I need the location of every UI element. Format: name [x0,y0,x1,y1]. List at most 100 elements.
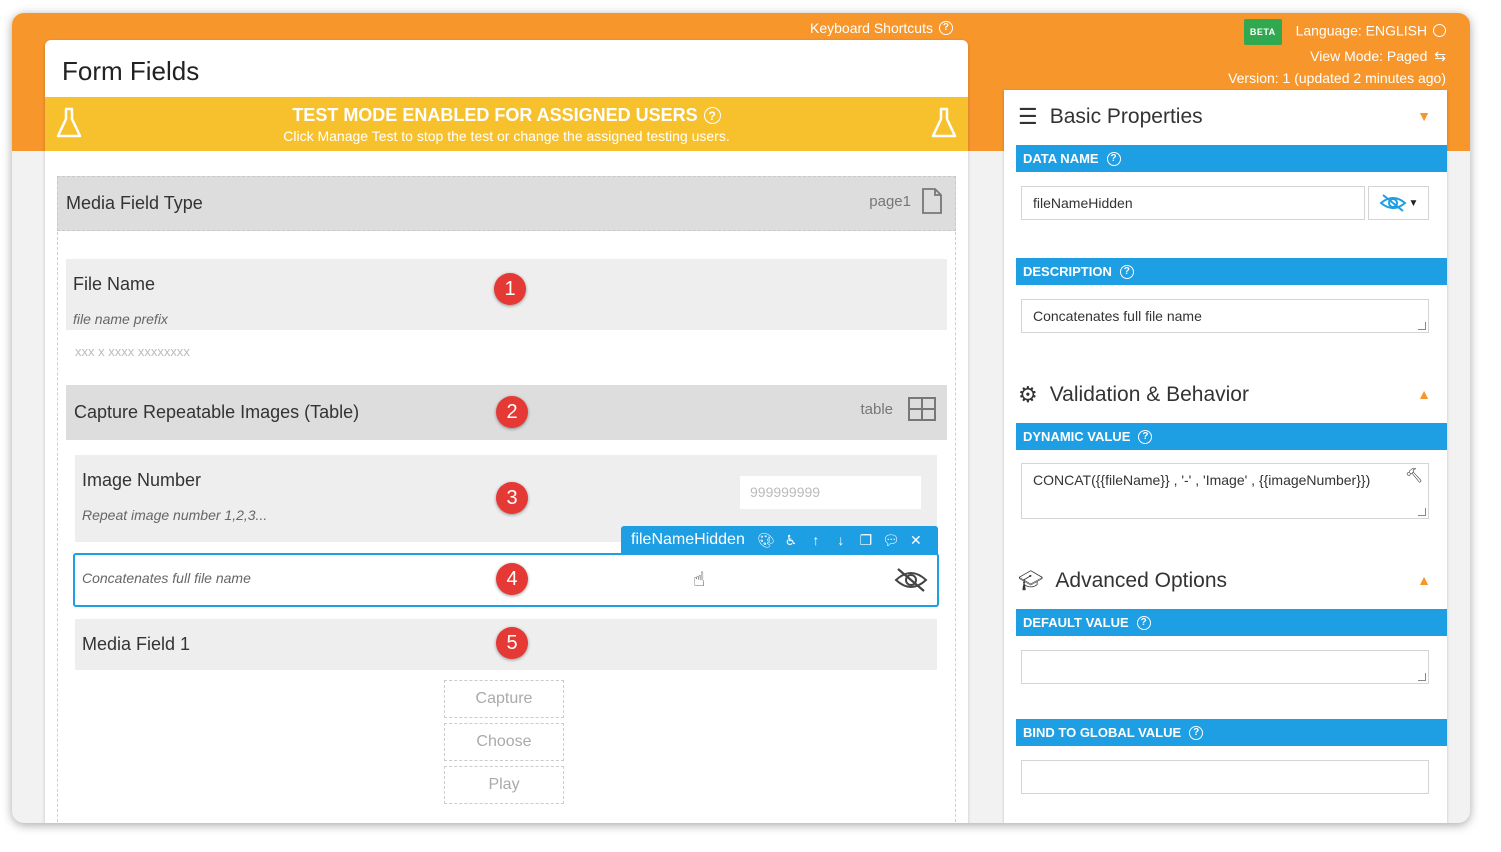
globe-icon[interactable] [1433,23,1446,37]
close-icon[interactable]: ✕ [908,532,924,548]
capture-button[interactable]: Capture [444,680,564,718]
data-name-input[interactable]: fileNameHidden [1021,186,1365,220]
flask-icon [931,107,957,138]
visibility-dropdown[interactable]: ▼ [1368,186,1429,220]
resize-handle-icon[interactable] [1418,673,1426,681]
field-toolbar: fileNameHidden 🎨︎ ♿︎ ↑ ↓ ❐ 💬︎ ✕ [621,526,938,554]
page-icon [922,188,942,214]
view-mode-row[interactable]: View Mode: Paged ⇆ [1228,45,1446,67]
field-description: file name prefix [73,311,168,327]
bind-global-label-bar: BIND TO GLOBAL VALUE ? [1016,719,1447,746]
field-title: Image Number [82,470,202,490]
gears-icon: ⚙︎ [1018,382,1038,407]
list-icon: ☰ [1018,104,1038,129]
section-title: Advanced Options [1055,568,1227,592]
header-meta: BETA Language: ENGLISH View Mode: Paged … [1228,19,1446,89]
help-icon[interactable]: ? [1106,151,1121,166]
advanced-header[interactable]: 🎓︎ Advanced Options [1018,568,1227,593]
test-mode-banner: TEST MODE ENABLED FOR ASSIGNED USERS ? C… [45,97,968,151]
field-description: Concatenates full file name [82,570,251,586]
table-icon [908,397,936,421]
page-section-header[interactable]: Media Field Type page1 [57,176,956,231]
description-label-bar: DESCRIPTION ? [1016,258,1447,285]
step-badge: 4 [496,563,528,595]
field-title: Capture Repeatable Images (Table) [74,402,360,422]
form-canvas: Form Fields TEST MODE ENABLED FOR ASSIGN… [45,40,968,823]
description-value: Concatenates full file name [1033,308,1202,324]
test-banner-subtitle: Click Manage Test to stop the test or ch… [283,128,730,144]
field-description: Repeat image number 1,2,3... [82,507,268,523]
field-label: DATA NAME [1023,151,1099,166]
cursor-icon: ☝︎ [693,569,706,591]
dynamic-value-label-bar: DYNAMIC VALUE ? [1016,423,1447,450]
hidden-eye-icon [1378,194,1407,212]
step-badge: 1 [494,273,526,305]
accessibility-icon[interactable]: ♿︎ [783,532,799,548]
help-icon[interactable]: ? [1136,615,1151,630]
page-id: page1 [869,192,911,210]
basic-properties-header[interactable]: ☰ Basic Properties [1018,104,1203,130]
arrow-down-icon[interactable]: ↓ [833,532,849,548]
description-textarea[interactable]: Concatenates full file name [1021,299,1429,333]
field-label: BIND TO GLOBAL VALUE [1023,725,1182,740]
step-badge: 5 [496,627,528,659]
step-badge: 2 [496,396,528,428]
keyboard-shortcuts-link[interactable]: Keyboard Shortcuts ? [810,20,953,36]
resize-handle-icon[interactable] [1418,508,1426,516]
properties-panel: ☰ Basic Properties ▼ DATA NAME ? fileNam… [1004,90,1447,823]
hammer-icon[interactable]: 🔨︎ [1405,467,1423,484]
resize-handle-icon[interactable] [1418,322,1426,330]
section-title: Basic Properties [1049,105,1203,128]
help-icon[interactable]: ? [703,107,721,124]
help-icon[interactable]: ? [1189,725,1204,740]
flask-icon [56,107,82,138]
table-type-meta: table [860,396,937,422]
caret-down-icon: ▼ [1408,197,1419,209]
dynamic-value-textarea[interactable]: CONCAT({{fileName}} , '-' , 'Image' , {{… [1021,463,1429,519]
section-title: Validation & Behavior [1049,383,1249,406]
arrow-up-icon[interactable]: ↑ [808,532,824,548]
keyboard-shortcuts-label: Keyboard Shortcuts [810,20,933,36]
data-name-label-bar: DATA NAME ? [1016,145,1447,172]
choose-button[interactable]: Choose [444,723,564,761]
graduation-cap-icon: 🎓︎ [1018,570,1044,592]
field-label: DEFAULT VALUE [1023,615,1129,630]
app-frame: Keyboard Shortcuts ? BETA Language: ENGL… [12,13,1470,823]
field-title: Media Field 1 [82,634,191,654]
table-type-label: table [860,400,893,418]
bind-global-input[interactable] [1021,760,1429,794]
page-section-meta: page1 [869,187,943,215]
help-icon[interactable]: ? [1119,264,1134,279]
dynamic-value: CONCAT({{fileName}} , '-' , 'Image' , {{… [1033,472,1371,488]
page-title: Form Fields [62,56,200,86]
default-value-textarea[interactable] [1021,650,1429,684]
test-banner-title: TEST MODE ENABLED FOR ASSIGNED USERS [292,105,698,125]
version-label: Version: 1 (updated 2 minutes ago) [1228,70,1446,86]
copy-icon[interactable]: ❐ [858,532,874,548]
play-button[interactable]: Play [444,766,564,804]
file-name-placeholder[interactable]: xxx x xxxx xxxxxxxx [75,344,190,359]
chevron-up-icon[interactable]: ▲ [1417,386,1431,402]
toolbar-field-name: fileNameHidden [631,531,745,548]
palette-icon[interactable]: 🎨︎ [757,532,775,548]
view-mode-label: View Mode: Paged [1310,48,1428,64]
field-label: DYNAMIC VALUE [1023,429,1131,444]
hidden-eye-icon [894,568,928,592]
language-row: BETA Language: ENGLISH [1228,19,1446,45]
swap-icon: ⇆ [1434,48,1446,64]
help-icon: ? [938,21,953,35]
field-label: DESCRIPTION [1023,264,1112,279]
chevron-down-icon[interactable]: ▼ [1417,108,1431,124]
test-banner-title-row: TEST MODE ENABLED FOR ASSIGNED USERS ? [45,97,968,126]
field-title: File Name [73,274,156,294]
step-badge: 3 [496,482,528,514]
help-icon[interactable]: ? [1138,429,1153,444]
image-number-input[interactable]: 999999999 [740,476,921,509]
page-section-label: Media Field Type [66,193,203,213]
comment-icon[interactable]: 💬︎ [882,532,900,548]
validation-header[interactable]: ⚙︎ Validation & Behavior [1018,382,1249,408]
chevron-up-icon[interactable]: ▲ [1417,572,1431,588]
default-value-label-bar: DEFAULT VALUE ? [1016,609,1447,636]
language-selector[interactable]: Language: ENGLISH [1296,23,1428,39]
beta-badge: BETA [1243,19,1282,45]
